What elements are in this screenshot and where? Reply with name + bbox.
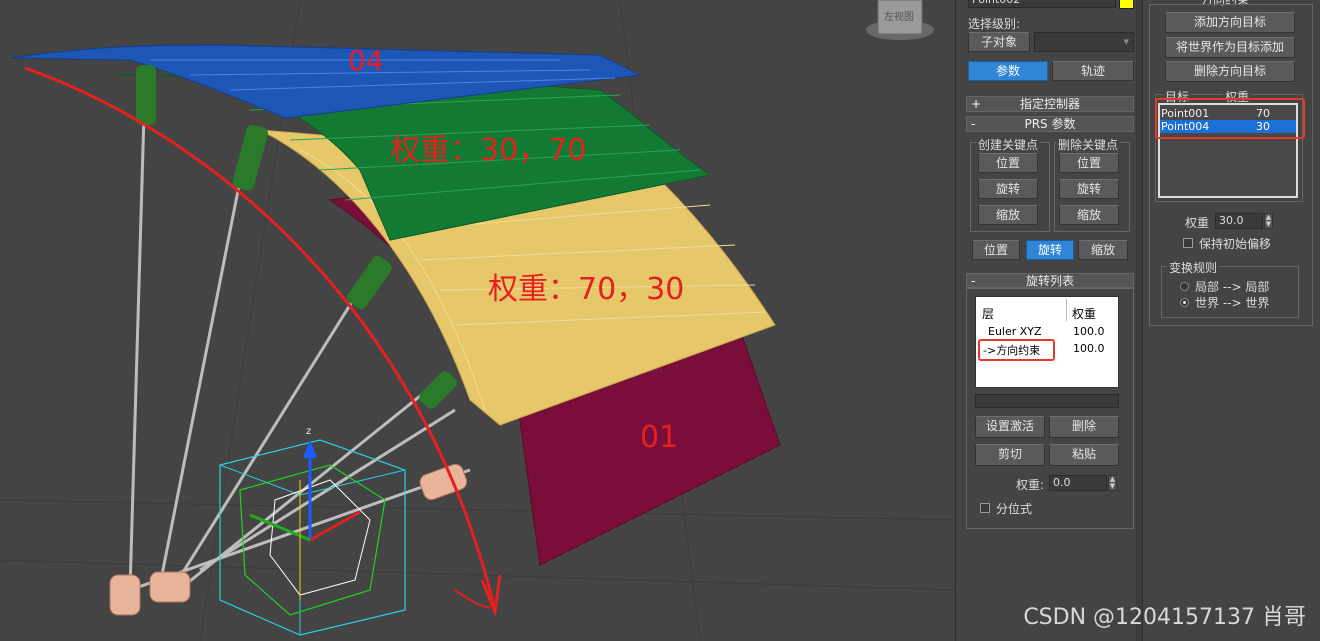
hinge	[109, 463, 468, 616]
sub-object-dropdown[interactable]: ▾	[1034, 32, 1134, 52]
delete-position-button[interactable]: 位置	[1059, 153, 1119, 173]
tab-track[interactable]: 轨迹	[1052, 61, 1134, 81]
label-weight-70-30: 权重：70，30	[488, 272, 685, 307]
tab-params[interactable]: 参数	[968, 61, 1048, 81]
list-item[interactable]: Point004 30	[1160, 120, 1296, 133]
rule-local-label: 局部 --> 局部	[1195, 280, 1270, 294]
add-world-target-button[interactable]: 将世界作为目标添加	[1165, 37, 1295, 58]
target-weight-input[interactable]: 30.0	[1215, 213, 1263, 229]
mode-scale-button[interactable]: 缩放	[1078, 240, 1128, 260]
rollout-assign-controller[interactable]: + 指定控制器	[966, 96, 1134, 112]
scene-render	[0, 0, 955, 641]
label-panel-01: 01	[640, 420, 679, 455]
target-list[interactable]: Point001 70 Point004 30	[1158, 103, 1298, 198]
delete-rotation-button[interactable]: 旋转	[1059, 179, 1119, 199]
viewcube-label[interactable]: 左视图	[884, 8, 914, 23]
delete-orientation-target-button[interactable]: 删除方向目标	[1165, 61, 1295, 82]
keep-initial-offset-checkbox[interactable]	[1183, 238, 1193, 248]
add-orientation-target-button[interactable]: 添加方向目标	[1165, 12, 1295, 33]
create-rotation-button[interactable]: 旋转	[978, 179, 1038, 199]
rollout-prs-params[interactable]: - PRS 参数	[966, 116, 1134, 132]
orientation-constraint-panel: 方向约束 添加方向目标 将世界作为目标添加 删除方向目标 目标 权重 Point…	[1142, 0, 1320, 641]
list-item[interactable]: Point001 70	[1160, 107, 1296, 120]
viewport-3d[interactable]: 左视图 z 04 权重：30，70 权重：70，30 01	[0, 0, 955, 641]
rotation-list-border	[966, 287, 1134, 529]
rule-world-radio[interactable]	[1180, 298, 1189, 307]
mode-rotation-button[interactable]: 旋转	[1026, 240, 1074, 260]
chevron-down-icon: ▾	[1123, 35, 1129, 48]
create-position-button[interactable]: 位置	[978, 153, 1038, 173]
label-weight-30-70: 权重：30，70	[390, 133, 587, 168]
delete-key-label: 删除关键点	[1056, 136, 1121, 153]
label-panel-04: 04	[348, 44, 384, 77]
transform-rule-label: 变换规则	[1167, 259, 1220, 276]
watermark: CSDN @1204157137 肖哥	[1023, 605, 1306, 630]
mode-position-button[interactable]: 位置	[972, 240, 1020, 260]
rule-world-label: 世界 --> 世界	[1195, 296, 1270, 310]
sub-object-button[interactable]: 子对象	[968, 32, 1030, 52]
motion-panel: Point002 选择级别: 子对象 ▾ 参数 轨迹 + 指定控制器 - PRS…	[955, 0, 1143, 641]
keep-initial-offset-label: 保持初始偏移	[1199, 237, 1272, 251]
select-level-label: 选择级别:	[968, 17, 1021, 31]
target-weight-spinner[interactable]: ▲ ▼	[1264, 213, 1273, 229]
rule-local-radio[interactable]	[1180, 282, 1189, 291]
object-color-swatch[interactable]	[1119, 0, 1134, 9]
create-scale-button[interactable]: 缩放	[978, 205, 1038, 225]
axis-z-label: z	[306, 426, 312, 437]
object-name-field[interactable]: Point002	[968, 0, 1116, 8]
target-weight-label: 权重	[1185, 216, 1210, 230]
delete-scale-button[interactable]: 缩放	[1059, 205, 1119, 225]
create-key-label: 创建关键点	[976, 136, 1041, 153]
